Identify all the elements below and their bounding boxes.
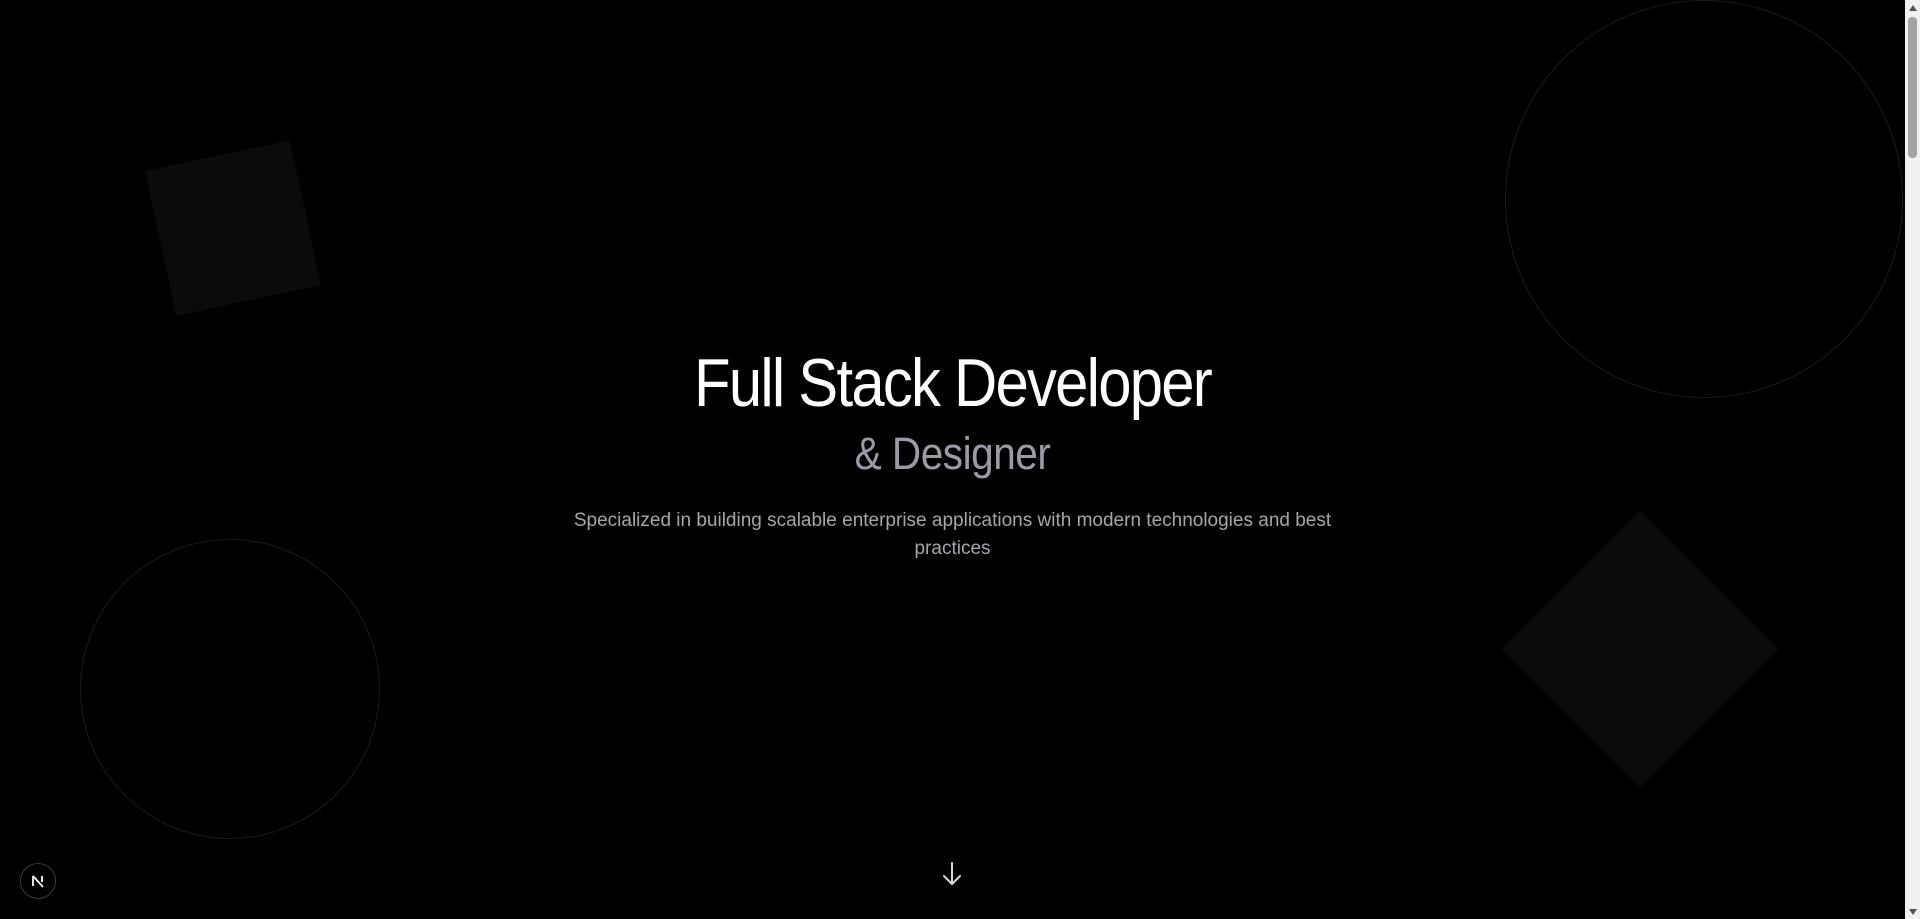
scrollbar-up-arrow[interactable] xyxy=(1905,0,1920,15)
arrow-down-icon xyxy=(943,862,961,885)
decorative-circle-bottom-left xyxy=(80,539,380,839)
hero-section: Full Stack Developer & Designer Speciali… xyxy=(0,340,1905,563)
hero-subtitle: & Designer xyxy=(854,428,1051,479)
hero-description: Specialized in building scalable enterpr… xyxy=(573,510,1332,559)
triangle-down-icon xyxy=(1908,908,1917,915)
scrollbar-thumb[interactable] xyxy=(1908,17,1917,158)
hero-title: Full Stack Developer xyxy=(694,345,1213,421)
page-scrollbar[interactable] xyxy=(1905,0,1920,919)
triangle-up-icon xyxy=(1908,4,1917,11)
decorative-square xyxy=(145,140,321,316)
nextjs-logo-icon xyxy=(32,875,44,888)
scroll-down-button[interactable] xyxy=(940,860,964,888)
scrollbar-down-arrow[interactable] xyxy=(1905,904,1920,919)
hero-page: Full Stack Developer & Designer Speciali… xyxy=(0,0,1920,919)
decorative-circle-top-right xyxy=(1505,0,1903,398)
nextjs-dev-badge[interactable] xyxy=(20,863,56,899)
